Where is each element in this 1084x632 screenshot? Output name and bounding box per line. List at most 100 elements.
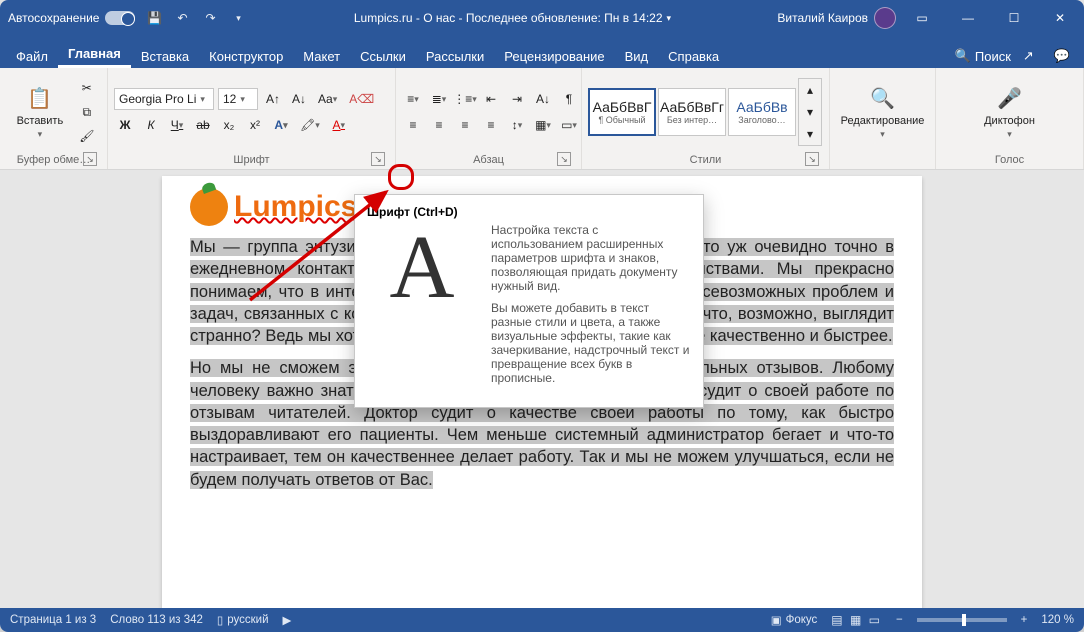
show-marks-button[interactable]: ¶ xyxy=(558,88,580,110)
document-title: Lumpics.ru - О нас - Последнее обновлени… xyxy=(247,11,777,25)
editing-button[interactable]: 🔍 Редактирование ▾ xyxy=(833,81,933,144)
ribbon-options-icon[interactable]: ▭ xyxy=(902,0,942,36)
ribbon-group-font: Georgia Pro Li▾ 12▾ A↑ A↓ Aa▾ A⌫ Ж К Ч▾ … xyxy=(108,68,396,169)
tooltip-preview-icon: A xyxy=(367,223,477,393)
shading-button[interactable]: ▦▾ xyxy=(532,114,554,136)
increase-indent-button[interactable]: ⇥ xyxy=(506,88,528,110)
zoom-level[interactable]: 120 % xyxy=(1041,614,1074,626)
qat-dropdown-icon[interactable]: ▾ xyxy=(229,9,247,27)
copy-icon[interactable]: ⧉ xyxy=(75,101,98,123)
italic-button[interactable]: К xyxy=(140,114,162,136)
tab-mailings[interactable]: Рассылки xyxy=(416,43,494,68)
focus-mode[interactable]: ▣ Фокус xyxy=(771,613,818,627)
tab-design[interactable]: Конструктор xyxy=(199,43,293,68)
highlight-button[interactable]: 🖍▾ xyxy=(296,114,324,136)
paste-button[interactable]: 📋 Вставить ▾ xyxy=(9,81,72,144)
word-window: Автосохранение 💾 ↶ ↷ ▾ Lumpics.ru - О на… xyxy=(0,0,1084,632)
shrink-font-button[interactable]: A↓ xyxy=(288,88,310,110)
share-icon[interactable]: ↗ xyxy=(1015,48,1042,64)
borders-button[interactable]: ▭▾ xyxy=(558,114,580,136)
close-button[interactable]: ✕ xyxy=(1040,0,1080,36)
clipboard-launcher[interactable]: ↘ xyxy=(83,152,97,166)
subscript-button[interactable]: x₂ xyxy=(218,114,240,136)
font-dialog-tooltip: Шрифт (Ctrl+D) A Настройка текста с испо… xyxy=(354,194,704,408)
search-icon: 🔍 xyxy=(955,48,971,64)
align-right-button[interactable]: ≡ xyxy=(454,114,476,136)
numbering-button[interactable]: ≣▾ xyxy=(428,88,450,110)
underline-button[interactable]: Ч▾ xyxy=(166,114,188,136)
tooltip-text-1: Настройка текста с использованием расшир… xyxy=(491,223,691,293)
grow-font-button[interactable]: A↑ xyxy=(262,88,284,110)
font-name-combo[interactable]: Georgia Pro Li▾ xyxy=(114,88,214,110)
minimize-button[interactable]: — xyxy=(948,0,988,36)
multilevel-list-button[interactable]: ⋮≡▾ xyxy=(454,88,476,110)
zoom-out-button[interactable]: − xyxy=(896,614,903,626)
status-page[interactable]: Страница 1 из 3 xyxy=(10,614,96,626)
clear-format-button[interactable]: A⌫ xyxy=(345,88,378,110)
search-button[interactable]: 🔍 Поиск xyxy=(955,48,1011,64)
cut-icon[interactable]: ✂ xyxy=(75,77,98,99)
find-icon: 🔍 xyxy=(869,85,897,113)
decrease-indent-button[interactable]: ⇤ xyxy=(480,88,502,110)
autosave-toggle[interactable]: Автосохранение xyxy=(8,11,135,25)
status-words[interactable]: Слово 113 из 342 xyxy=(110,614,203,626)
tooltip-text-2: Вы можете добавить в текст разные стили … xyxy=(491,301,691,385)
align-left-button[interactable]: ≡ xyxy=(402,114,424,136)
orange-logo-icon xyxy=(190,188,228,226)
tab-review[interactable]: Рецензирование xyxy=(494,43,614,68)
toggle-switch-icon xyxy=(105,11,135,25)
maximize-button[interactable]: ☐ xyxy=(994,0,1034,36)
autosave-label: Автосохранение xyxy=(8,11,99,25)
styles-launcher[interactable]: ↘ xyxy=(805,152,819,166)
avatar[interactable] xyxy=(874,7,896,29)
ribbon-group-paragraph: ≡▾ ≣▾ ⋮≡▾ ⇤ ⇥ A↓ ¶ ≡ ≡ ≡ ≡ ↕▾ ▦▾ ▭▾ xyxy=(396,68,582,169)
zoom-slider[interactable] xyxy=(917,618,1007,622)
bold-button[interactable]: Ж xyxy=(114,114,136,136)
style-heading1[interactable]: АаБбВвЗаголово… xyxy=(728,88,796,136)
styles-up-icon[interactable]: ▴ xyxy=(799,79,821,101)
tab-file[interactable]: Файл xyxy=(6,43,58,68)
style-normal[interactable]: АаБбВвГ¶ Обычный xyxy=(588,88,656,136)
tab-home[interactable]: Главная xyxy=(58,40,131,68)
ribbon-group-styles: АаБбВвГ¶ Обычный АаБбВвГгБез интер… АаБб… xyxy=(582,68,830,169)
bullets-button[interactable]: ≡▾ xyxy=(402,88,424,110)
strike-button[interactable]: ab xyxy=(192,114,214,136)
tooltip-title: Шрифт (Ctrl+D) xyxy=(367,205,691,219)
justify-button[interactable]: ≡ xyxy=(480,114,502,136)
align-center-button[interactable]: ≡ xyxy=(428,114,450,136)
macro-icon[interactable]: ▶ xyxy=(283,613,292,627)
styles-down-icon[interactable]: ▾ xyxy=(799,101,821,123)
comments-icon[interactable]: 💬 xyxy=(1046,48,1078,64)
tab-insert[interactable]: Вставка xyxy=(131,43,199,68)
title-bar: Автосохранение 💾 ↶ ↷ ▾ Lumpics.ru - О на… xyxy=(0,0,1084,36)
text-effects-button[interactable]: A▾ xyxy=(270,114,292,136)
line-spacing-button[interactable]: ↕▾ xyxy=(506,114,528,136)
font-size-combo[interactable]: 12▾ xyxy=(218,88,258,110)
status-lang[interactable]: ▯ русский xyxy=(217,613,269,627)
save-icon[interactable]: 💾 xyxy=(145,9,163,27)
chevron-down-icon: ▾ xyxy=(1007,129,1012,140)
format-painter-icon[interactable]: 🖌 xyxy=(75,125,98,147)
font-color-button[interactable]: A▾ xyxy=(328,114,350,136)
style-nospacing[interactable]: АаБбВвГгБез интер… xyxy=(658,88,726,136)
paragraph-launcher[interactable]: ↘ xyxy=(557,152,571,166)
status-bar: Страница 1 из 3 Слово 113 из 342 ▯ русск… xyxy=(0,608,1084,632)
zoom-in-button[interactable]: + xyxy=(1021,614,1028,626)
tab-help[interactable]: Справка xyxy=(658,43,729,68)
user-name[interactable]: Виталий Каиров xyxy=(777,11,868,25)
superscript-button[interactable]: x² xyxy=(244,114,266,136)
view-buttons[interactable]: ▤ ▦ ▭ xyxy=(831,613,882,627)
ribbon: 📋 Вставить ▾ ✂ ⧉ 🖌 Буфер обме…↘ Georgia … xyxy=(0,68,1084,170)
mic-icon: 🎤 xyxy=(996,85,1024,113)
styles-more-icon[interactable]: ▾ xyxy=(799,123,821,145)
redo-icon[interactable]: ↷ xyxy=(201,9,219,27)
change-case-button[interactable]: Aa▾ xyxy=(314,88,341,110)
sort-button[interactable]: A↓ xyxy=(532,88,554,110)
tab-view[interactable]: Вид xyxy=(615,43,659,68)
font-dialog-launcher[interactable]: ↘ xyxy=(371,152,385,166)
ribbon-group-voice: 🎤 Диктофон ▾ Голос xyxy=(936,68,1084,169)
tab-layout[interactable]: Макет xyxy=(293,43,350,68)
undo-icon[interactable]: ↶ xyxy=(173,9,191,27)
tab-references[interactable]: Ссылки xyxy=(350,43,416,68)
dictate-button[interactable]: 🎤 Диктофон ▾ xyxy=(976,81,1043,144)
